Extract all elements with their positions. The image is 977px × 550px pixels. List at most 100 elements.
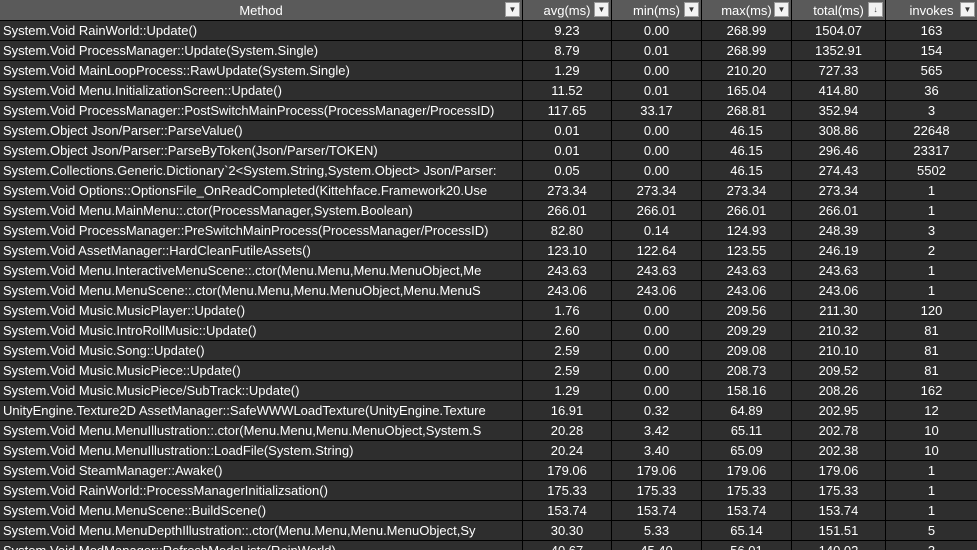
cell-method[interactable]: System.Void MainLoopProcess::RawUpdate(S… — [0, 61, 523, 80]
cell-method[interactable]: System.Void Menu.MenuIllustration::.ctor… — [0, 421, 523, 440]
dropdown-arrow-icon[interactable]: ▼ — [505, 2, 520, 17]
cell-total[interactable]: 211.30 — [792, 301, 886, 320]
cell-min[interactable]: 0.00 — [612, 121, 702, 140]
table-row[interactable]: System.Void Music.Song::Update() 2.59 0.00… — [0, 341, 977, 361]
cell-min[interactable]: 273.34 — [612, 181, 702, 200]
cell-invokes[interactable]: 1 — [886, 181, 977, 200]
cell-invokes[interactable]: 22648 — [886, 121, 977, 140]
cell-invokes[interactable]: 81 — [886, 341, 977, 360]
cell-avg[interactable]: 117.65 — [523, 101, 612, 120]
column-header-avg[interactable]: avg(ms) ▼ — [523, 0, 612, 21]
cell-min[interactable]: 0.00 — [612, 321, 702, 340]
table-row[interactable]: System.Void ProcessManager::Update(Syste… — [0, 41, 977, 61]
cell-max[interactable]: 209.08 — [702, 341, 792, 360]
cell-min[interactable]: 5.33 — [612, 521, 702, 540]
cell-min[interactable]: 0.00 — [612, 61, 702, 80]
cell-min[interactable]: 0.00 — [612, 361, 702, 380]
cell-invokes[interactable]: 5502 — [886, 161, 977, 180]
cell-min[interactable]: 0.00 — [612, 161, 702, 180]
cell-invokes[interactable]: 10 — [886, 421, 977, 440]
cell-invokes[interactable]: 81 — [886, 321, 977, 340]
cell-max[interactable]: 209.29 — [702, 321, 792, 340]
cell-total[interactable]: 1504.07 — [792, 21, 886, 40]
cell-avg[interactable]: 11.52 — [523, 81, 612, 100]
cell-invokes[interactable]: 163 — [886, 21, 977, 40]
cell-method[interactable]: System.Void Music.IntroRollMusic::Update… — [0, 321, 523, 340]
cell-total[interactable]: 308.86 — [792, 121, 886, 140]
cell-avg[interactable]: 243.63 — [523, 261, 612, 280]
cell-avg[interactable]: 123.10 — [523, 241, 612, 260]
cell-method[interactable]: System.Void ProcessManager::PostSwitchMa… — [0, 101, 523, 120]
cell-method[interactable]: System.Void Music.MusicPiece::Update() — [0, 361, 523, 380]
cell-method[interactable]: System.Void Music.MusicPiece/SubTrack::U… — [0, 381, 523, 400]
cell-min[interactable]: 0.01 — [612, 41, 702, 60]
table-row[interactable]: System.Void Music.MusicPiece/SubTrack::U… — [0, 381, 977, 401]
cell-total[interactable]: 246.19 — [792, 241, 886, 260]
cell-method[interactable]: System.Void RainWorld::ProcessManagerIni… — [0, 481, 523, 500]
column-header-min[interactable]: min(ms) ▼ — [612, 0, 702, 21]
cell-max[interactable]: 46.15 — [702, 161, 792, 180]
cell-total[interactable]: 266.01 — [792, 201, 886, 220]
cell-max[interactable]: 208.73 — [702, 361, 792, 380]
cell-invokes[interactable]: 120 — [886, 301, 977, 320]
dropdown-arrow-icon[interactable]: ▼ — [960, 2, 975, 17]
table-row[interactable]: System.Void Menu.MenuScene::.ctor(Menu.M… — [0, 281, 977, 301]
cell-invokes[interactable]: 5 — [886, 521, 977, 540]
cell-avg[interactable]: 8.79 — [523, 41, 612, 60]
dropdown-arrow-icon[interactable]: ▼ — [684, 2, 699, 17]
cell-invokes[interactable]: 2 — [886, 241, 977, 260]
cell-min[interactable]: 0.00 — [612, 141, 702, 160]
cell-total[interactable]: 210.10 — [792, 341, 886, 360]
cell-avg[interactable]: 1.29 — [523, 381, 612, 400]
cell-invokes[interactable]: 3 — [886, 101, 977, 120]
cell-min[interactable]: 266.01 — [612, 201, 702, 220]
dropdown-arrow-icon[interactable]: ▼ — [774, 2, 789, 17]
cell-total[interactable]: 414.80 — [792, 81, 886, 100]
cell-min[interactable]: 153.74 — [612, 501, 702, 520]
cell-invokes[interactable]: 12 — [886, 401, 977, 420]
cell-method[interactable]: System.Void Menu.InteractiveMenuScene::.… — [0, 261, 523, 280]
cell-min[interactable]: 122.64 — [612, 241, 702, 260]
cell-max[interactable]: 179.06 — [702, 461, 792, 480]
dropdown-arrow-icon[interactable]: ▼ — [594, 2, 609, 17]
cell-avg[interactable]: 175.33 — [523, 481, 612, 500]
cell-avg[interactable]: 40.67 — [523, 541, 612, 550]
cell-max[interactable]: 64.89 — [702, 401, 792, 420]
cell-avg[interactable]: 30.30 — [523, 521, 612, 540]
cell-total[interactable]: 208.26 — [792, 381, 886, 400]
table-row[interactable]: System.Object Json/Parser::ParseValue() 0… — [0, 121, 977, 141]
cell-method[interactable]: System.Void Menu.MenuScene::.ctor(Menu.M… — [0, 281, 523, 300]
table-row[interactable]: System.Void Music.IntroRollMusic::Update… — [0, 321, 977, 341]
cell-avg[interactable]: 0.05 — [523, 161, 612, 180]
cell-avg[interactable]: 153.74 — [523, 501, 612, 520]
cell-invokes[interactable]: 565 — [886, 61, 977, 80]
table-row[interactable]: System.Void Menu.MenuScene::BuildScene()… — [0, 501, 977, 521]
cell-invokes[interactable]: 1 — [886, 481, 977, 500]
table-row[interactable]: System.Void SteamManager::Awake() 179.06 1… — [0, 461, 977, 481]
cell-avg[interactable]: 2.59 — [523, 341, 612, 360]
cell-max[interactable]: 268.81 — [702, 101, 792, 120]
cell-total[interactable]: 296.46 — [792, 141, 886, 160]
cell-method[interactable]: System.Void ModManager::RefreshModsLists… — [0, 541, 523, 550]
cell-invokes[interactable]: 1 — [886, 461, 977, 480]
cell-min[interactable]: 175.33 — [612, 481, 702, 500]
cell-invokes[interactable]: 1 — [886, 281, 977, 300]
cell-total[interactable]: 727.33 — [792, 61, 886, 80]
cell-avg[interactable]: 243.06 — [523, 281, 612, 300]
cell-max[interactable]: 153.74 — [702, 501, 792, 520]
cell-method[interactable]: System.Void Menu.InitializationScreen::U… — [0, 81, 523, 100]
cell-invokes[interactable]: 1 — [886, 261, 977, 280]
cell-min[interactable]: 179.06 — [612, 461, 702, 480]
cell-min[interactable]: 0.32 — [612, 401, 702, 420]
cell-method[interactable]: System.Void ProcessManager::PreSwitchMai… — [0, 221, 523, 240]
cell-max[interactable]: 123.55 — [702, 241, 792, 260]
table-row[interactable]: System.Void MainLoopProcess::RawUpdate(S… — [0, 61, 977, 81]
cell-max[interactable]: 165.04 — [702, 81, 792, 100]
cell-invokes[interactable]: 81 — [886, 361, 977, 380]
table-row[interactable]: System.Void Menu.MenuDepthIllustration::… — [0, 521, 977, 541]
cell-min[interactable]: 0.14 — [612, 221, 702, 240]
cell-method[interactable]: System.Void Menu.MenuScene::BuildScene() — [0, 501, 523, 520]
cell-method[interactable]: System.Object Json/Parser::ParseValue() — [0, 121, 523, 140]
cell-total[interactable]: 273.34 — [792, 181, 886, 200]
cell-max[interactable]: 158.16 — [702, 381, 792, 400]
